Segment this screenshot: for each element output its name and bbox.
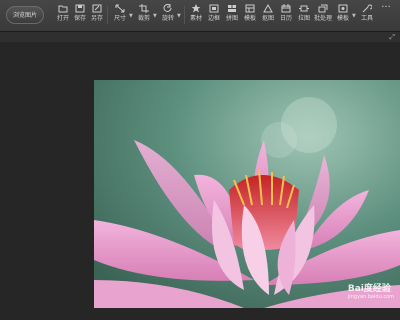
open-button[interactable]: 打开 xyxy=(55,4,71,28)
calendar-label: 日历 xyxy=(279,15,292,22)
collage-label: 拼图 xyxy=(225,15,238,22)
save-label: 保存 xyxy=(73,15,86,22)
tools-icon xyxy=(362,4,372,13)
template-icon xyxy=(245,4,255,13)
material-label: 素材 xyxy=(189,15,202,22)
calendar-button[interactable]: 日历 xyxy=(278,4,294,28)
open-icon xyxy=(58,5,68,13)
resize-dropdown-caret[interactable]: ▼ xyxy=(129,13,133,19)
template-label: 模板 xyxy=(243,15,256,22)
browse-images-button[interactable]: 浏览图片 xyxy=(6,6,44,24)
batch-icon xyxy=(318,4,328,13)
cutout-icon xyxy=(263,4,273,13)
rotate-button[interactable]: 旋转 xyxy=(160,4,176,28)
open-label: 打开 xyxy=(56,15,69,22)
save-as-label: 另存 xyxy=(90,15,103,22)
cutout-button[interactable]: 抠图 xyxy=(260,4,276,28)
save-button[interactable]: 保存 xyxy=(72,4,88,28)
toolbar-divider xyxy=(107,6,108,24)
photo-preview[interactable]: Bai度经验 jingyan.baidu.com xyxy=(94,80,400,308)
cutout-label: 抠图 xyxy=(261,15,274,22)
template2-label: 模板 xyxy=(336,15,349,22)
more-button[interactable]: ··· xyxy=(380,2,392,28)
calendar-icon xyxy=(281,4,291,13)
border-label: 边框 xyxy=(207,15,220,22)
watermark-sub: jingyan.baidu.com xyxy=(347,294,394,300)
material-icon xyxy=(191,4,201,13)
save-as-icon xyxy=(92,4,102,13)
collage-icon xyxy=(228,5,236,12)
batch-label: 批处理 xyxy=(313,15,332,22)
stretch-icon xyxy=(299,5,309,12)
tools-button[interactable]: 工具 xyxy=(359,4,375,28)
stretch-button[interactable]: 拉图 xyxy=(296,4,312,28)
resize-label: 尺寸 xyxy=(113,15,126,22)
more-icon: ··· xyxy=(381,2,391,13)
template2-dropdown-caret[interactable]: ▼ xyxy=(352,13,356,19)
collage-button[interactable]: 拼图 xyxy=(224,4,240,28)
material-button[interactable]: 素材 xyxy=(188,4,204,28)
template2-button[interactable]: 模板 xyxy=(335,4,351,28)
rotate-label: 旋转 xyxy=(161,15,174,22)
toolbar-divider xyxy=(184,6,185,24)
resize-button[interactable]: 尺寸 xyxy=(112,4,128,28)
crop-icon xyxy=(139,4,149,13)
stretch-label: 拉图 xyxy=(297,15,310,22)
batch-button[interactable]: 批处理 xyxy=(313,4,333,28)
save-as-button[interactable]: 另存 xyxy=(89,4,105,28)
border-icon xyxy=(209,4,219,13)
template-button[interactable]: 模板 xyxy=(242,4,258,28)
watermark-main: Bai度经验 xyxy=(347,284,391,294)
save-icon xyxy=(75,4,85,13)
secondary-bar xyxy=(0,32,400,42)
crop-dropdown-caret[interactable]: ▼ xyxy=(153,13,157,19)
border-button[interactable]: 边框 xyxy=(206,4,222,28)
photo-watermark: Bai度经验 jingyan.baidu.com xyxy=(348,281,394,300)
pin-icon[interactable]: ⤢ xyxy=(389,33,395,42)
template2-icon xyxy=(338,4,348,13)
crop-label: 裁剪 xyxy=(137,15,150,22)
lotus-photo xyxy=(94,80,400,308)
top-toolbar: 浏览图片 打开 保存 另存 尺寸 ▼ 裁剪 ▼ 旋转 ▼ 素材 边框 拼图 模板 xyxy=(0,0,400,32)
resize-icon xyxy=(115,4,125,13)
tools-label: 工具 xyxy=(360,15,373,22)
crop-button[interactable]: 裁剪 xyxy=(136,4,152,28)
rotate-icon xyxy=(163,4,172,12)
rotate-dropdown-caret[interactable]: ▼ xyxy=(177,13,181,19)
